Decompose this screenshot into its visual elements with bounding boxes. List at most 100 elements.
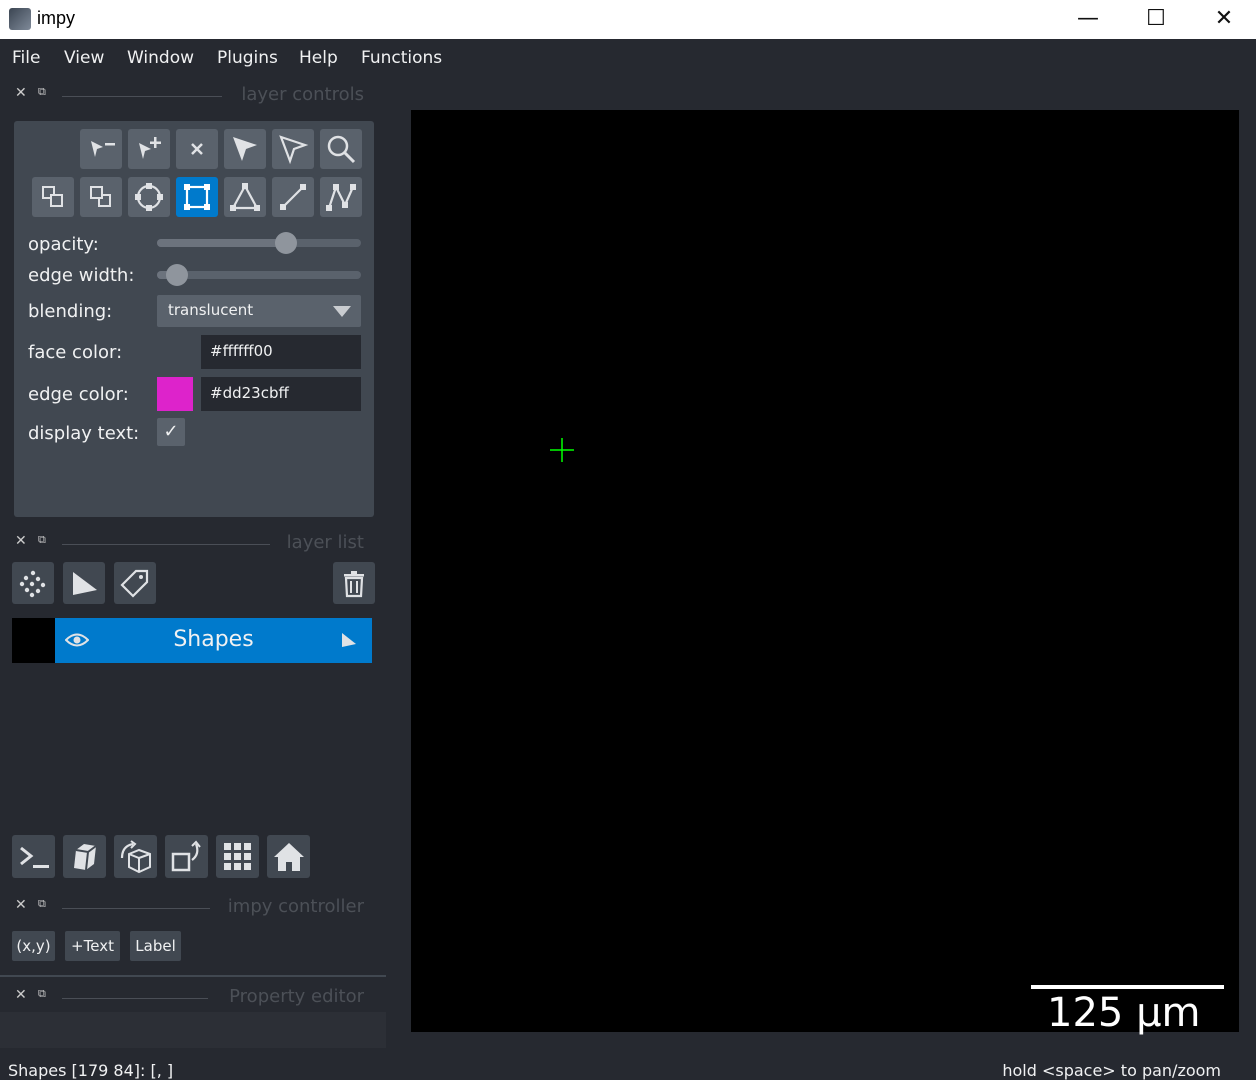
maximize-button[interactable]: ☐ [1122,0,1190,39]
float-dock-icon[interactable]: ⧉ [38,897,46,911]
grid-icon [224,843,251,870]
opacity-slider[interactable] [157,232,361,254]
menu-file[interactable]: File [12,48,40,68]
dock-divider [62,96,222,97]
shapes-icon [73,572,97,595]
roll-dimensions-button[interactable] [114,835,157,878]
layer-item-body[interactable]: Shapes [55,618,372,663]
add-vertex-button[interactable] [128,129,170,169]
layer-item-shapes[interactable]: Shapes [12,618,372,663]
app-icon [9,8,31,30]
move-front-icon [90,186,111,207]
rectangle-icon [184,184,210,210]
edge-color-swatch[interactable] [157,377,193,411]
close-dock-icon[interactable]: ✕ [15,533,27,549]
display-text-checkbox[interactable]: ✓ [157,418,185,446]
display-text-label: display text: [28,423,140,444]
add-text-button[interactable]: +Text [65,931,120,961]
status-bar: Shapes [179 84]: [, ] hold <space> to pa… [0,1056,1256,1080]
menu-window[interactable]: Window [127,48,194,68]
move-back-icon [42,186,63,207]
viewer-canvas[interactable]: 125 μm [411,110,1239,1036]
tag-icon [120,569,149,598]
layer-thumbnail [12,618,55,663]
new-points-layer-button[interactable] [12,562,54,604]
move-back-button[interactable] [32,177,74,217]
window-title: impy [37,8,76,28]
move-front-button[interactable] [80,177,122,217]
scale-bar-label: 125 μm [1047,990,1201,1036]
dock-divider [62,544,270,545]
layer-name[interactable]: Shapes [55,627,372,652]
edge-width-slider-handle[interactable] [166,264,188,286]
status-help-text: hold <space> to pan/zoom [1002,1061,1221,1080]
close-dock-icon[interactable]: ✕ [15,85,27,101]
blending-dropdown[interactable]: translucent [157,295,361,327]
float-dock-icon[interactable]: ⧉ [38,533,46,547]
menu-bar: File View Window Plugins Help Functions [0,39,1256,77]
shapes-layer-type-icon [342,633,356,647]
blending-label: blending: [28,301,113,322]
menu-help[interactable]: Help [299,48,338,68]
layer-controls-panel: opacity: edge width: blending: transluce… [14,121,374,517]
dock-title: Property editor [229,986,364,1007]
edge-width-slider[interactable] [157,264,361,286]
xy-button[interactable]: (x,y) [12,931,55,961]
edge-width-label: edge width: [28,265,135,286]
face-color-input[interactable]: #ffffff00 [201,335,361,369]
face-color-label: face color: [28,342,123,363]
float-dock-icon[interactable]: ⧉ [38,85,46,99]
dock-separator [0,975,386,977]
delete-layer-button[interactable] [333,562,375,604]
property-editor-dock-header: ✕ ⧉ Property editor [0,986,386,1010]
delete-shape-button[interactable] [176,129,218,169]
points-icon [19,570,46,598]
blending-value: translucent [168,301,254,319]
new-labels-layer-button[interactable] [114,562,156,604]
ndisplay-button[interactable] [63,835,106,878]
home-icon [274,843,304,871]
select-arrow-icon [233,137,257,161]
dock-title: layer controls [241,84,364,105]
menu-view[interactable]: View [64,48,104,68]
menu-plugins[interactable]: Plugins [217,48,278,68]
zoom-button[interactable] [320,129,362,169]
console-button[interactable] [12,835,55,878]
close-window-button[interactable]: ✕ [1190,0,1256,39]
float-dock-icon[interactable]: ⧉ [38,987,46,1001]
status-text: Shapes [179 84]: [, ] [8,1061,174,1080]
grid-view-button[interactable] [216,835,259,878]
opacity-label: opacity: [28,234,99,255]
delete-icon [191,143,203,155]
opacity-slider-handle[interactable] [275,232,297,254]
dock-title: layer list [286,532,364,553]
direct-select-button[interactable] [272,129,314,169]
label-button[interactable]: Label [130,931,181,961]
remove-vertex-icon [91,141,115,157]
select-button[interactable] [224,129,266,169]
title-bar: impy — ☐ ✕ [0,0,1256,39]
close-dock-icon[interactable]: ✕ [15,897,27,913]
add-path-button[interactable] [320,177,362,217]
transpose-button[interactable] [165,835,208,878]
console-icon [20,846,49,868]
menu-functions[interactable]: Functions [361,48,442,68]
edge-color-input[interactable]: #dd23cbff [201,377,361,411]
add-ellipse-button[interactable] [128,177,170,217]
dock-divider [62,998,208,999]
check-icon: ✓ [163,421,179,442]
home-button[interactable] [267,835,310,878]
add-rectangle-button[interactable] [176,177,218,217]
add-line-button[interactable] [272,177,314,217]
triangle-icon [230,183,260,211]
layer-list-dock-header: ✕ ⧉ layer list [0,532,386,556]
minimize-button[interactable]: — [1054,0,1122,39]
add-polygon-button[interactable] [224,177,266,217]
new-shapes-layer-button[interactable] [63,562,105,604]
roll-icon [120,840,151,874]
close-dock-icon[interactable]: ✕ [15,987,27,1003]
dock-title: impy controller [227,896,364,917]
remove-vertex-button[interactable] [80,129,122,169]
impy-controller-dock-header: ✕ ⧉ impy controller [0,896,386,920]
scale-bar [1031,985,1224,989]
